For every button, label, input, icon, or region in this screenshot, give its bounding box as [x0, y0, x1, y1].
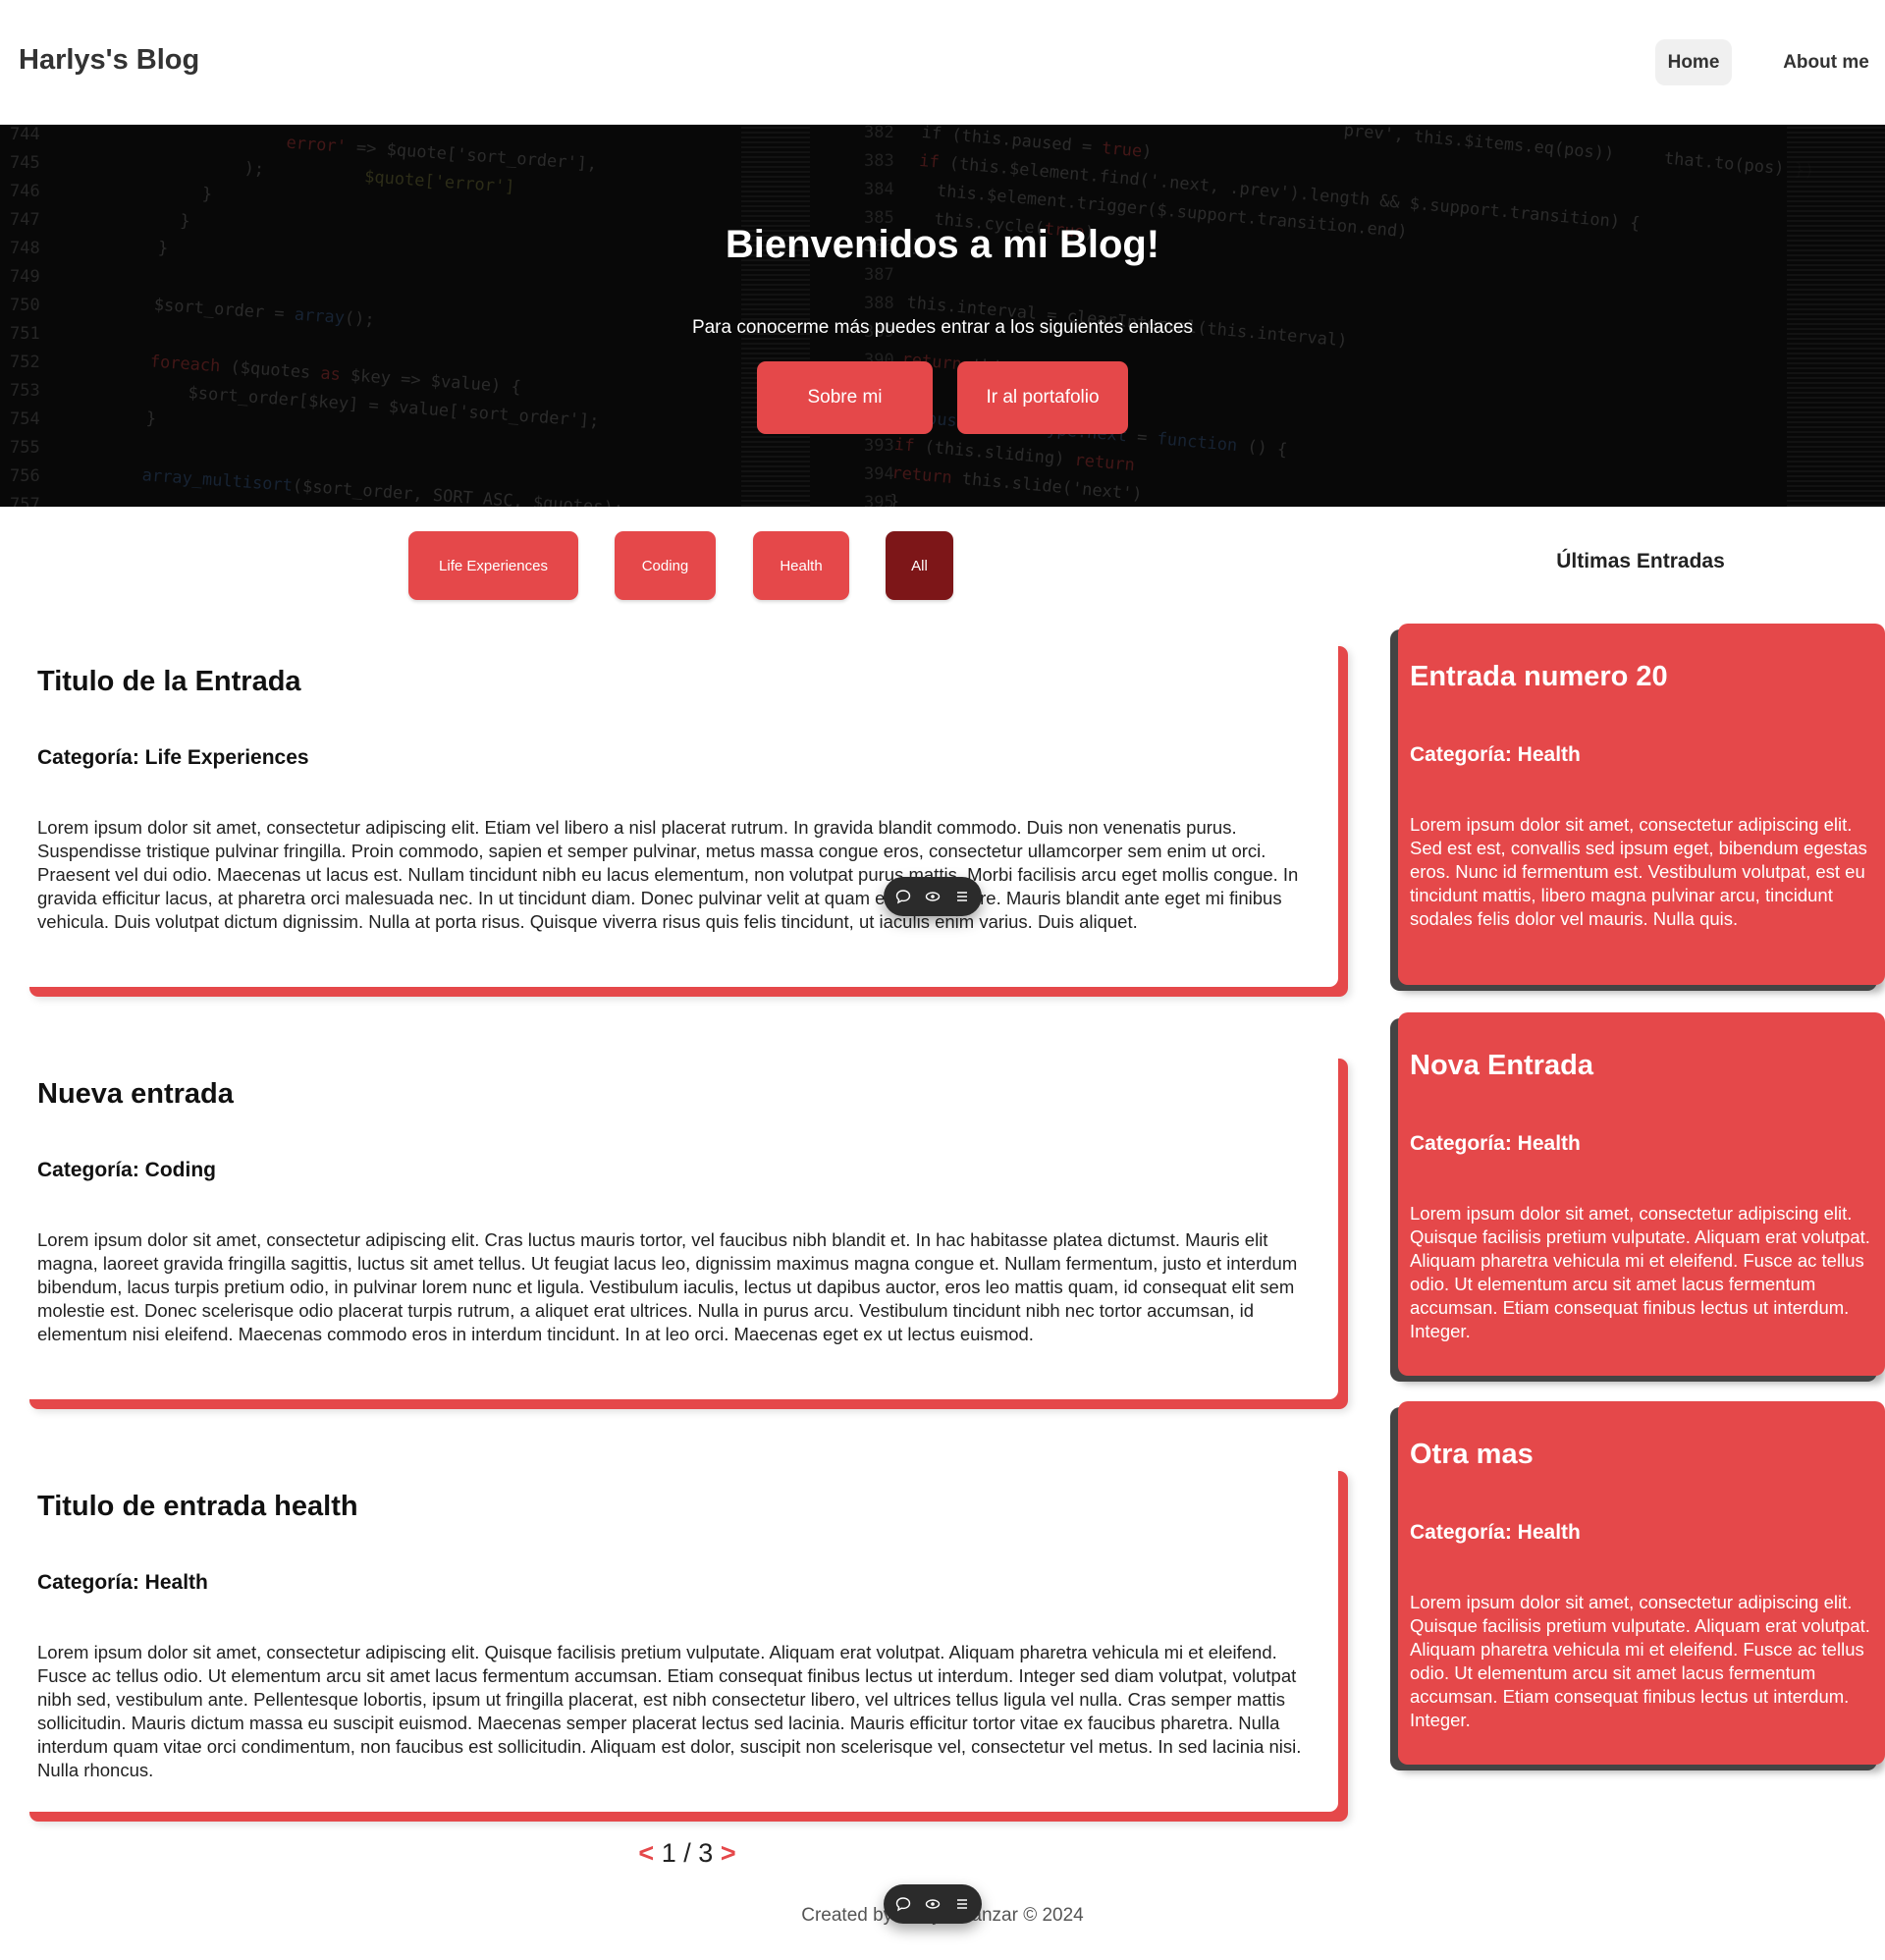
sidebar-entry-title[interactable]: Otra mas [1410, 1439, 1534, 1471]
post-title[interactable]: Titulo de la Entrada [37, 666, 301, 698]
list-icon[interactable] [952, 889, 972, 904]
post-category: Categoría: Coding [37, 1159, 216, 1181]
floating-toolbar [884, 877, 982, 916]
eye-icon[interactable] [923, 1896, 942, 1912]
sidebar-heading: Últimas Entradas [1556, 550, 1725, 572]
navbar: Harlys's Blog Home About me [0, 0, 1885, 125]
nav-home[interactable]: Home [1655, 39, 1732, 85]
pagination-separator: / [683, 1838, 691, 1868]
sidebar-entry-card[interactable]: Otra mas Categoría: Health Lorem ipsum d… [1398, 1401, 1885, 1765]
filter-all[interactable]: All [886, 531, 953, 600]
sidebar-entry-body: Lorem ipsum dolor sit amet, consectetur … [1410, 1203, 1870, 1341]
floating-toolbar [884, 1884, 982, 1924]
sidebar-entry-category: Categoría: Health [1410, 743, 1581, 766]
post-title[interactable]: Nueva entrada [37, 1078, 234, 1111]
pagination: < 1 / 3 > [569, 1838, 805, 1869]
post-category: Categoría: Health [37, 1571, 208, 1594]
post-body: Lorem ipsum dolor sit amet, consectetur … [37, 817, 1299, 932]
hero-banner: 744 745 746 747 748 749 750 751 752 753 … [0, 125, 1885, 507]
post-category: Categoría: Life Experiences [37, 746, 309, 769]
post-card[interactable]: Titulo de entrada health Categoría: Heal… [20, 1461, 1338, 1812]
sobre-mi-button[interactable]: Sobre mi [757, 361, 933, 434]
nav-about-me[interactable]: About me [1772, 39, 1880, 85]
sidebar-entry-title[interactable]: Entrada numero 20 [1410, 661, 1668, 693]
hero-overlay [0, 125, 1885, 507]
hero-subtitle: Para conocerme más puedes entrar a los s… [691, 317, 1194, 338]
filter-life-experiences[interactable]: Life Experiences [408, 531, 578, 600]
pagination-prev-button[interactable]: < [638, 1838, 654, 1868]
comment-icon[interactable] [893, 1896, 913, 1912]
post-body: Lorem ipsum dolor sit amet, consectetur … [37, 1642, 1302, 1780]
post-title[interactable]: Titulo de entrada health [37, 1491, 358, 1523]
comment-icon[interactable] [893, 889, 913, 904]
hero-title: Bienvenidos a mi Blog! [725, 223, 1160, 266]
post-card[interactable]: Titulo de la Entrada Categoría: Life Exp… [20, 636, 1338, 987]
sidebar-entry-body: Lorem ipsum dolor sit amet, consectetur … [1410, 1592, 1870, 1730]
pagination-next-button[interactable]: > [721, 1838, 736, 1868]
pagination-total-pages: 3 [698, 1838, 714, 1868]
sidebar-entry-body: Lorem ipsum dolor sit amet, consectetur … [1410, 814, 1867, 929]
post-body: Lorem ipsum dolor sit amet, consectetur … [37, 1229, 1298, 1344]
filter-health[interactable]: Health [753, 531, 849, 600]
filter-coding[interactable]: Coding [615, 531, 716, 600]
eye-icon[interactable] [923, 889, 942, 904]
sidebar-entry-category: Categoría: Health [1410, 1521, 1581, 1544]
list-icon[interactable] [952, 1896, 972, 1912]
sidebar-entry-category: Categoría: Health [1410, 1132, 1581, 1155]
pagination-current-page: 1 [661, 1838, 676, 1868]
sidebar-entry-card[interactable]: Nova Entrada Categoría: Health Lorem ips… [1398, 1012, 1885, 1376]
portfolio-button[interactable]: Ir al portafolio [957, 361, 1128, 434]
brand-title[interactable]: Harlys's Blog [19, 44, 199, 77]
sidebar-entry-card[interactable]: Entrada numero 20 Categoría: Health Lore… [1398, 624, 1885, 985]
post-card[interactable]: Nueva entrada Categoría: Coding Lorem ip… [20, 1049, 1338, 1399]
sidebar-entry-title[interactable]: Nova Entrada [1410, 1050, 1593, 1082]
